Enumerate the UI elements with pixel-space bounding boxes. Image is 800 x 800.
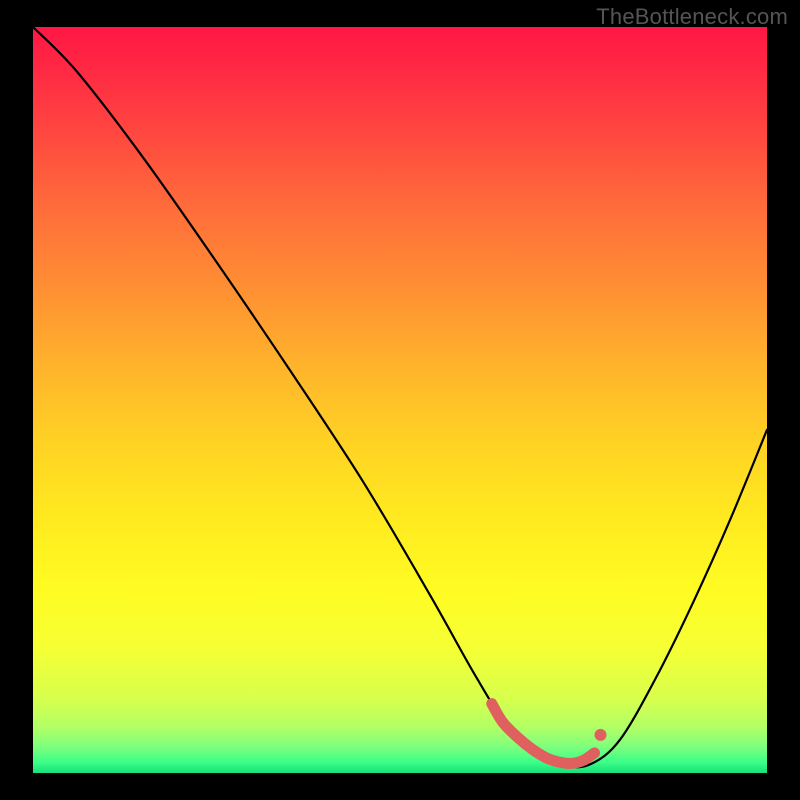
watermark-text: TheBottleneck.com (596, 4, 788, 30)
plot-background (33, 27, 767, 773)
sweet-spot-end-dot (595, 729, 607, 741)
bottleneck-chart (0, 0, 800, 800)
chart-container: TheBottleneck.com (0, 0, 800, 800)
